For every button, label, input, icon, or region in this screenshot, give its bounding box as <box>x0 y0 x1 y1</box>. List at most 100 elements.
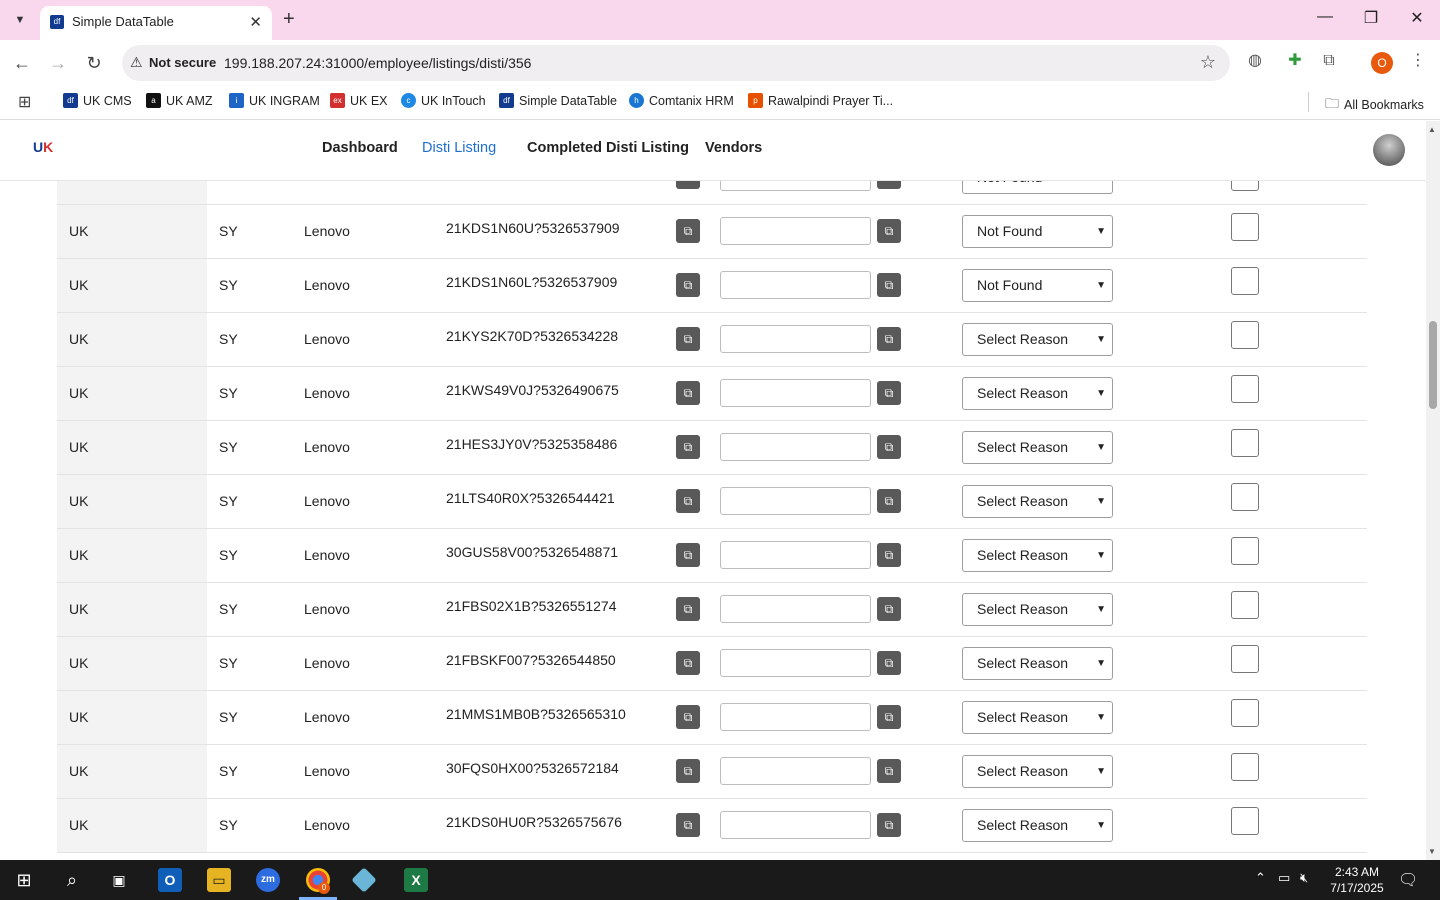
scroll-thumb[interactable] <box>1429 321 1437 409</box>
restore-icon[interactable]: ❐ <box>1356 8 1386 28</box>
scroll-up-icon[interactable]: ▲ <box>1428 125 1436 134</box>
paste-icon[interactable]: ⧉ <box>877 543 901 567</box>
copy-icon[interactable]: ⧉ <box>676 273 700 297</box>
bookmark-uk-intouch[interactable]: c UK InTouch <box>401 93 486 108</box>
tab-close-icon[interactable]: ✕ <box>249 13 262 31</box>
nav-dashboard[interactable]: Dashboard <box>322 140 398 156</box>
row-checkbox[interactable] <box>1231 483 1259 511</box>
row-checkbox[interactable] <box>1231 213 1259 241</box>
bookmark-simple-datatable[interactable]: df Simple DataTable <box>499 93 617 108</box>
back-arrow-icon[interactable]: ← <box>9 50 35 76</box>
system-clock[interactable]: 2:43 AM 7/17/2025 <box>1322 864 1392 896</box>
row-checkbox[interactable] <box>1231 753 1259 781</box>
copy-icon[interactable]: ⧉ <box>676 327 700 351</box>
task-view-icon[interactable]: ▣ <box>107 868 131 892</box>
listing-input[interactable] <box>720 487 871 515</box>
copy-icon[interactable]: ⧉ <box>676 705 700 729</box>
page-scrollbar[interactable]: ▲ ▼ <box>1426 121 1440 860</box>
paste-icon[interactable]: ⧉ <box>877 705 901 729</box>
reason-select[interactable]: Not Found ▼ <box>962 215 1113 248</box>
paste-icon[interactable]: ⧉ <box>877 813 901 837</box>
bookmark-uk-amz[interactable]: a UK AMZ <box>146 93 213 108</box>
bookmark-star-icon[interactable]: ☆ <box>1200 52 1216 73</box>
menu-kebab-icon[interactable]: ⋮ <box>1407 50 1429 72</box>
security-status[interactable]: Not secure <box>149 55 216 70</box>
nav-vendors[interactable]: Vendors <box>705 140 762 156</box>
tab-search-chevron-icon[interactable]: ▼ <box>8 8 32 32</box>
apps-grid-icon[interactable]: ⊞ <box>18 92 31 112</box>
reload-icon[interactable]: ↻ <box>81 50 107 76</box>
reason-select[interactable]: Select Reason ▼ <box>962 323 1113 356</box>
row-checkbox[interactable] <box>1231 591 1259 619</box>
copy-icon[interactable]: ⧉ <box>676 651 700 675</box>
reason-select[interactable]: Select Reason ▼ <box>962 593 1113 626</box>
copy-icon[interactable]: ⧉ <box>676 813 700 837</box>
listing-input[interactable] <box>720 703 871 731</box>
notifications-icon[interactable]: 🗨︎ <box>1398 870 1418 890</box>
paste-icon[interactable]: ⧉ <box>877 219 901 243</box>
bookmark-uk-ingram[interactable]: i UK INGRAM <box>229 93 320 108</box>
minimize-icon[interactable]: — <box>1310 8 1340 26</box>
reason-select[interactable]: Select Reason ▼ <box>962 431 1113 464</box>
listing-input[interactable] <box>720 541 871 569</box>
scroll-down-icon[interactable]: ▼ <box>1428 847 1436 856</box>
copy-icon[interactable]: ⧉ <box>676 543 700 567</box>
site-logo-icon[interactable]: UK <box>33 139 59 163</box>
reason-select[interactable]: Select Reason ▼ <box>962 647 1113 680</box>
paste-icon[interactable]: ⧉ <box>877 651 901 675</box>
nav-disti-listing[interactable]: Disti Listing <box>422 140 496 156</box>
address-bar[interactable]: ⚠ Not secure 199.188.207.24:31000/employ… <box>122 45 1230 81</box>
row-checkbox[interactable] <box>1231 375 1259 403</box>
close-window-icon[interactable]: ✕ <box>1402 8 1432 28</box>
copy-icon[interactable]: ⧉ <box>676 597 700 621</box>
outlook-icon[interactable]: O <box>158 868 182 892</box>
new-tab-plus-icon[interactable]: + <box>283 8 295 30</box>
row-checkbox[interactable] <box>1231 699 1259 727</box>
listing-input[interactable] <box>720 649 871 677</box>
search-icon[interactable]: ⌕ <box>60 868 84 892</box>
copy-icon[interactable]: ⧉ <box>676 435 700 459</box>
copy-icon[interactable]: ⧉ <box>676 381 700 405</box>
reason-select[interactable]: Select Reason ▼ <box>962 485 1113 518</box>
nav-completed-disti-listing[interactable]: Completed Disti Listing <box>527 140 689 156</box>
tray-chevron-up-icon[interactable]: ⌃ <box>1255 870 1266 886</box>
paste-icon[interactable]: ⧉ <box>877 327 901 351</box>
bookmark-uk-cms[interactable]: df UK CMS <box>63 93 132 108</box>
reason-select[interactable]: Select Reason ▼ <box>962 539 1113 572</box>
bookmark-rawalpindi-prayer[interactable]: p Rawalpindi Prayer Ti... <box>748 93 893 108</box>
volume-muted-icon[interactable]: 🔇︎ <box>1300 870 1308 886</box>
listing-input[interactable] <box>720 379 871 407</box>
paste-icon[interactable]: ⧉ <box>877 759 901 783</box>
network-icon[interactable]: ▭ <box>1278 870 1290 886</box>
file-explorer-icon[interactable]: ▭ <box>207 868 231 892</box>
listing-input[interactable] <box>720 433 871 461</box>
copy-icon[interactable]: ⧉ <box>676 489 700 513</box>
app-diamond-icon[interactable] <box>351 867 377 893</box>
row-checkbox[interactable] <box>1231 537 1259 565</box>
listing-input[interactable] <box>720 325 871 353</box>
forward-arrow-icon[interactable]: → <box>45 50 71 76</box>
bookmark-uk-ex[interactable]: ex UK EX <box>330 93 388 108</box>
browser-tab[interactable]: df Simple DataTable ✕ <box>40 6 272 40</box>
translate-globe-icon[interactable]: ◍ <box>1244 50 1266 72</box>
row-checkbox[interactable] <box>1231 321 1259 349</box>
paste-icon[interactable]: ⧉ <box>877 273 901 297</box>
zoom-icon[interactable]: zm <box>256 868 280 892</box>
row-checkbox[interactable] <box>1231 807 1259 835</box>
reason-select[interactable]: Not Found ▼ <box>962 269 1113 302</box>
paste-icon[interactable]: ⧉ <box>877 435 901 459</box>
paste-icon[interactable]: ⧉ <box>877 489 901 513</box>
copy-icon[interactable]: ⧉ <box>676 219 700 243</box>
listing-input[interactable] <box>720 271 871 299</box>
reason-select[interactable]: Select Reason ▼ <box>962 755 1113 788</box>
listing-input[interactable] <box>720 811 871 839</box>
row-checkbox[interactable] <box>1231 429 1259 457</box>
windows-start-icon[interactable]: ⊞ <box>12 868 36 892</box>
paste-icon[interactable]: ⧉ <box>877 597 901 621</box>
listing-input[interactable] <box>720 595 871 623</box>
listing-input[interactable] <box>720 757 871 785</box>
reason-select[interactable]: Select Reason ▼ <box>962 377 1113 410</box>
extension-plus-icon[interactable]: ✚ <box>1284 50 1306 72</box>
row-checkbox[interactable] <box>1231 645 1259 673</box>
url-text[interactable]: 199.188.207.24:31000/employee/listings/d… <box>224 55 531 71</box>
